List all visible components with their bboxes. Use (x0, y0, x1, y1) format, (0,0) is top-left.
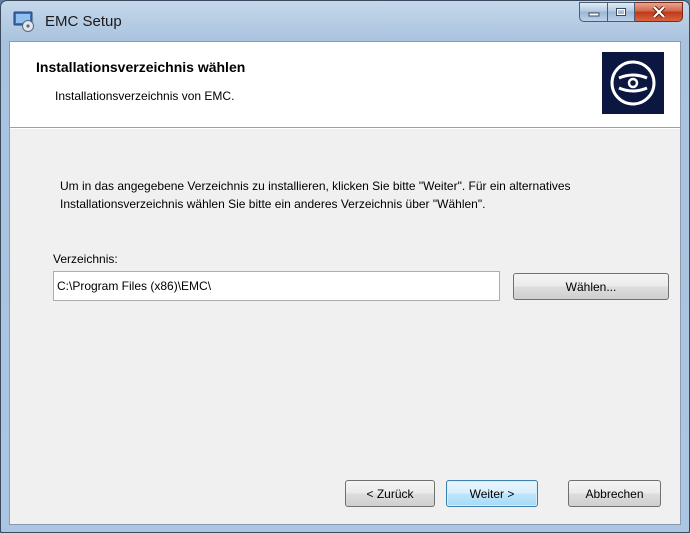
cancel-button[interactable]: Abbrechen (568, 480, 661, 507)
setup-installer-icon[interactable] (13, 10, 35, 32)
disc-logo-icon (602, 52, 664, 114)
back-button[interactable]: < Zurück (345, 480, 435, 507)
next-button[interactable]: Weiter > (446, 480, 538, 507)
setup-window: EMC Setup Installationsverzeichnis wähle… (0, 0, 690, 533)
minimize-icon (588, 12, 599, 17)
maximize-icon (616, 8, 626, 16)
dialog-content: Installationsverzeichnis wählen Installa… (9, 41, 681, 525)
page-subtitle: Installationsverzeichnis von EMC. (55, 89, 235, 103)
caption-buttons (579, 2, 683, 23)
close-button[interactable] (635, 2, 683, 22)
minimize-button[interactable] (579, 2, 608, 22)
page-title: Installationsverzeichnis wählen (36, 59, 246, 75)
directory-input[interactable] (53, 271, 500, 301)
directory-label: Verzeichnis: (53, 252, 118, 266)
window-title: EMC Setup (45, 13, 122, 30)
maximize-button[interactable] (608, 2, 635, 22)
choose-directory-button[interactable]: Wählen... (513, 273, 669, 300)
title-bar[interactable]: EMC Setup (1, 1, 689, 41)
header-banner: Installationsverzeichnis wählen Installa… (10, 42, 680, 128)
banner-divider (10, 128, 680, 129)
instruction-text: Um in das angegebene Verzeichnis zu inst… (60, 179, 571, 211)
close-icon (652, 6, 665, 18)
